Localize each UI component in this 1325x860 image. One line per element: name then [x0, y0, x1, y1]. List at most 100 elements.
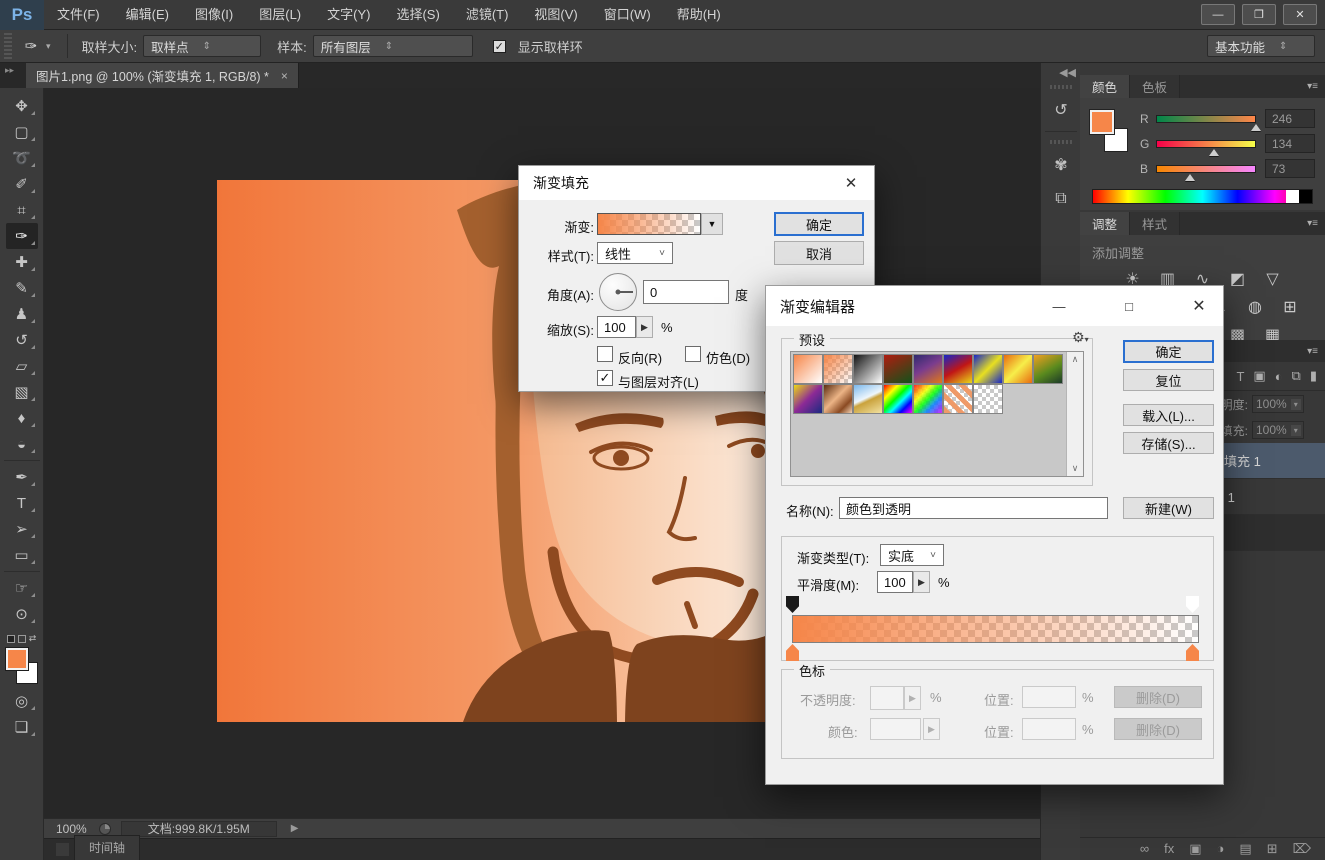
new-layer-icon[interactable]: ⊞	[1267, 841, 1278, 857]
lasso-tool[interactable]: ➰	[6, 145, 38, 171]
filter-pixel-icon[interactable]: ▣	[1253, 368, 1265, 384]
color-lookup-icon[interactable]: ⊞	[1279, 296, 1301, 318]
sample-dropdown[interactable]: 所有图层⇕	[313, 35, 473, 57]
reverse-checkbox[interactable]	[597, 346, 613, 362]
new-button[interactable]: 新建(W)	[1123, 497, 1214, 519]
marquee-tool[interactable]: ▢	[6, 119, 38, 145]
style-dropdown[interactable]: 线性˅	[597, 242, 673, 264]
tab-adjustments[interactable]: 调整	[1080, 212, 1130, 235]
dodge-tool[interactable]: ◒	[6, 431, 38, 457]
path-selection-tool[interactable]: ➢	[6, 516, 38, 542]
white-swatch[interactable]	[1286, 190, 1299, 203]
angle-dial[interactable]	[599, 273, 637, 311]
eyedropper-tool-icon[interactable]: ✑	[16, 34, 46, 58]
gradient-tool[interactable]: ▧	[6, 379, 38, 405]
dither-checkbox[interactable]	[685, 346, 701, 362]
channel-value-G[interactable]: 134	[1265, 134, 1315, 153]
fill-value[interactable]: 100%▾	[1252, 421, 1304, 439]
clone-source-panel-icon[interactable]: ⧉	[1046, 184, 1076, 214]
dialog-close-icon[interactable]: ✕	[828, 166, 874, 200]
exposure-icon[interactable]: ◩	[1227, 268, 1249, 290]
color-stop-start[interactable]	[786, 644, 799, 661]
gradient-preset-violet-orange[interactable]	[913, 354, 943, 384]
presets-scrollbar[interactable]: ∧∨	[1066, 352, 1083, 476]
menu-item-3[interactable]: 图层(L)	[246, 0, 314, 30]
menu-item-0[interactable]: 文件(F)	[44, 0, 113, 30]
adjustment-layer-icon[interactable]: ◑	[1217, 841, 1225, 856]
history-panel-icon[interactable]: ↺	[1046, 95, 1076, 125]
color-stop-end[interactable]	[1186, 644, 1199, 661]
layer-mask-icon[interactable]: ▣	[1189, 841, 1201, 857]
history-brush-tool[interactable]: ↺	[6, 327, 38, 353]
workspace-dropdown[interactable]: 基本功能⇕	[1207, 35, 1315, 57]
name-input[interactable]: 颜色到透明	[839, 497, 1108, 519]
black-swatch[interactable]	[1299, 190, 1312, 203]
gradient-preset-fg-to-transparent[interactable]	[823, 354, 853, 384]
channel-slider-B[interactable]	[1156, 165, 1256, 173]
menu-item-7[interactable]: 视图(V)	[521, 0, 590, 30]
menu-item-4[interactable]: 文字(Y)	[314, 0, 383, 30]
ok-button[interactable]: 确定	[774, 212, 864, 236]
tab-swatches[interactable]: 色板	[1130, 75, 1180, 98]
save-button[interactable]: 存储(S)...	[1123, 432, 1214, 454]
gradient-type-dropdown[interactable]: 实底˅	[880, 544, 944, 566]
tab-close-icon[interactable]: ×	[281, 69, 288, 83]
gradient-preset-yellow-violet-blue[interactable]	[793, 384, 823, 414]
filter-toggle[interactable]: ▮	[1310, 368, 1317, 384]
gradient-preset-blue-yellow-blue[interactable]	[973, 354, 1003, 384]
vibrance-icon[interactable]: ▽	[1262, 268, 1284, 290]
reset-button[interactable]: 复位	[1123, 369, 1214, 391]
tab-color[interactable]: 颜色	[1080, 75, 1130, 98]
gradient-preset-chrome[interactable]	[853, 384, 883, 414]
angle-input[interactable]: 0	[643, 280, 729, 304]
tool-preset-caret-icon[interactable]: ▾	[46, 41, 51, 52]
foreground-color-swatch[interactable]	[1090, 110, 1114, 134]
quick-mask-tool[interactable]: ◎	[6, 688, 38, 714]
tab-styles[interactable]: 样式	[1130, 212, 1180, 235]
crop-tool[interactable]: ⌗	[6, 197, 38, 223]
toolbar-collapse-icon[interactable]: ▸▸	[0, 63, 26, 88]
delete-layer-icon[interactable]: ⌦	[1293, 841, 1311, 857]
gradient-preview[interactable]	[597, 213, 701, 235]
default-colors-icon[interactable]: ⇄	[7, 633, 37, 644]
filter-adjust-icon[interactable]: ◐	[1275, 369, 1283, 384]
gradient-preset-yellow-green[interactable]	[1033, 354, 1063, 384]
brush-tool[interactable]: ✎	[6, 275, 38, 301]
stop-opacity-spinner[interactable]: ▶	[904, 686, 921, 710]
minimize-button[interactable]: —	[1201, 4, 1235, 25]
gradient-picker-arrow[interactable]: ▼	[701, 213, 723, 235]
menu-item-8[interactable]: 窗口(W)	[591, 0, 664, 30]
hand-tool[interactable]: ☞	[6, 575, 38, 601]
stop-location-input[interactable]	[1022, 686, 1076, 708]
menu-item-9[interactable]: 帮助(H)	[664, 0, 734, 30]
screen-mode-tool[interactable]: ❏	[6, 714, 38, 740]
slider-thumb[interactable]	[1209, 149, 1219, 156]
smoothness-spinner[interactable]: ▶	[913, 571, 930, 593]
color-spectrum-ramp[interactable]	[1092, 189, 1313, 204]
channel-slider-G[interactable]	[1156, 140, 1256, 148]
dialog-titlebar[interactable]: 渐变编辑器	[766, 286, 1223, 326]
panel-menu-icon[interactable]: ▾≡	[1307, 212, 1325, 235]
channel-slider-R[interactable]	[1156, 115, 1256, 123]
stop-opacity-input[interactable]	[870, 686, 904, 710]
gradient-preset-transparent[interactable]	[973, 384, 1003, 414]
menu-item-2[interactable]: 图像(I)	[182, 0, 246, 30]
menu-item-6[interactable]: 滤镜(T)	[453, 0, 522, 30]
eraser-tool[interactable]: ▱	[6, 353, 38, 379]
cancel-button[interactable]: 取消	[774, 241, 864, 265]
opacity-value[interactable]: 100%▾	[1252, 395, 1304, 413]
scale-spinner[interactable]: ▶	[636, 316, 653, 338]
align-checkbox[interactable]: ✓	[597, 370, 613, 386]
healing-brush-tool[interactable]: ✚	[6, 249, 38, 275]
slider-thumb[interactable]	[1251, 124, 1261, 131]
eyedropper-tool[interactable]: ✑	[6, 223, 38, 249]
channel-value-R[interactable]: 246	[1265, 109, 1315, 128]
sample-size-dropdown[interactable]: 取样点⇕	[143, 35, 261, 57]
maximize-button[interactable]: ❐	[1242, 4, 1276, 25]
filter-type-icon[interactable]: T	[1236, 369, 1244, 384]
stop-location-input[interactable]	[1022, 718, 1076, 740]
gradient-preset-red-green[interactable]	[883, 354, 913, 384]
status-options-arrow-icon[interactable]: ▶	[291, 823, 299, 834]
panel-menu-icon[interactable]: ▾≡	[1307, 346, 1325, 357]
panel-menu-icon[interactable]: ▾≡	[1307, 75, 1325, 98]
